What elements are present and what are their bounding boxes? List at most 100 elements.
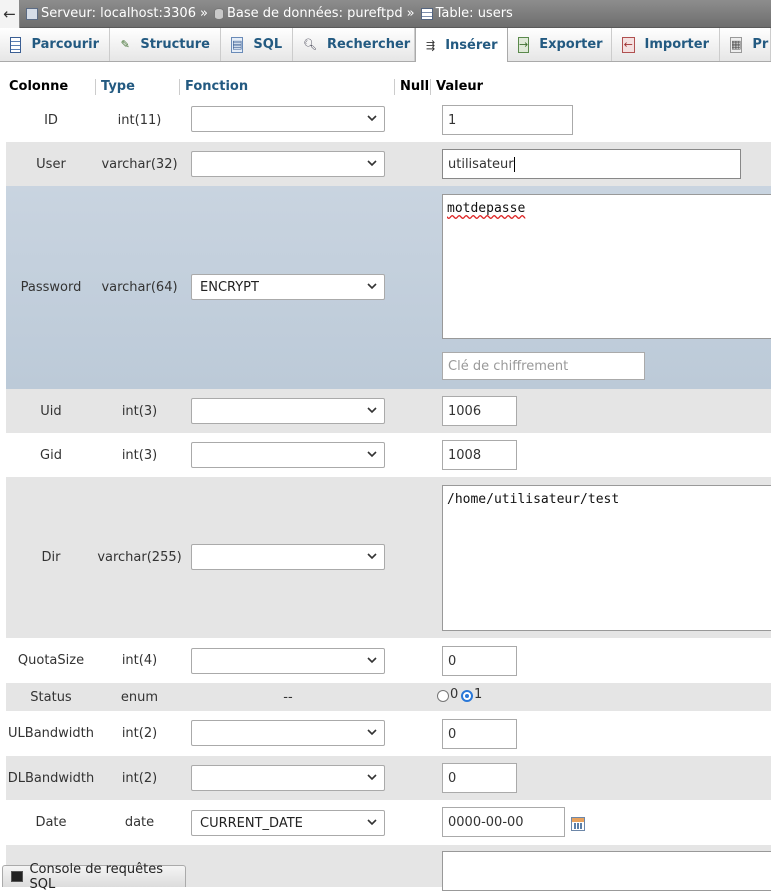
breadcrumb-database-label[interactable]: Base de données: pureftpd	[227, 6, 403, 21]
input-value: 0	[448, 653, 457, 669]
input-value: utilisateur	[448, 156, 514, 172]
tab-rechercher[interactable]: 🔍︎ Rechercher	[293, 28, 415, 61]
function-select[interactable]: ENCRYPT	[191, 274, 385, 300]
back-arrow-icon[interactable]: ←	[0, 0, 20, 28]
function-select[interactable]	[191, 720, 385, 746]
function-select[interactable]: CURRENT_DATE	[191, 810, 385, 836]
function-select[interactable]	[191, 648, 385, 674]
calendar-icon[interactable]	[571, 817, 585, 831]
insert-icon: ⇶	[426, 38, 436, 52]
server-icon	[26, 7, 38, 20]
status-radio-1[interactable]	[461, 690, 473, 702]
tab-label: SQL	[253, 37, 283, 52]
function-select[interactable]	[191, 398, 385, 424]
column-type: varchar(255)	[97, 550, 182, 565]
function-select[interactable]	[191, 106, 385, 132]
tab-inserer[interactable]: ⇶ Insérer	[415, 28, 508, 62]
status-radio-label: 0	[450, 687, 459, 702]
tab-privileges[interactable]: ▦ Pr	[720, 28, 771, 61]
column-type: varchar(32)	[101, 156, 178, 172]
input-value: 1006	[448, 403, 482, 419]
tab-sql[interactable]: ▤ SQL	[221, 28, 293, 61]
column-type: int(3)	[121, 403, 158, 419]
value-input[interactable]: utilisateur	[442, 149, 741, 179]
encryption-key-input[interactable]: Clé de chiffrement	[442, 352, 645, 380]
breadcrumb-database[interactable]: Base de données: pureftpd »	[213, 6, 415, 21]
tab-importer[interactable]: ← Importer	[612, 28, 720, 61]
column-type: int(2)	[121, 770, 158, 786]
chevron-down-icon	[366, 447, 378, 461]
breadcrumb-table-label[interactable]: Table: users	[436, 6, 513, 21]
header-valeur: Valeur	[436, 79, 484, 94]
column-type: date	[124, 815, 155, 830]
tab-label: Pr	[752, 37, 769, 52]
value-textarea[interactable]: motdepasse	[442, 194, 771, 339]
input-value: 0	[448, 770, 457, 786]
function-select[interactable]	[191, 151, 385, 177]
chevron-down-icon	[366, 403, 378, 417]
export-icon: →	[518, 36, 530, 53]
function-placeholder: --	[283, 689, 293, 705]
tab-label: Rechercher	[326, 37, 411, 52]
tab-label: Insérer	[445, 37, 498, 53]
value-input[interactable]: 0	[442, 763, 517, 793]
value-input[interactable]: 0	[442, 719, 517, 749]
column-name: Dir	[41, 550, 61, 565]
function-select[interactable]	[191, 765, 385, 791]
header-divider	[430, 79, 431, 95]
column-name: Gid	[40, 447, 62, 463]
breadcrumb-server[interactable]: Serveur: localhost:3306 »	[26, 6, 208, 21]
column-name: ID	[44, 112, 58, 128]
status-radio-0[interactable]	[437, 690, 449, 702]
chevron-down-icon	[366, 653, 378, 667]
value-textarea[interactable]	[442, 851, 771, 891]
table-row: ULBandwidth int(2) 0	[6, 711, 771, 756]
function-select[interactable]	[191, 544, 385, 570]
input-value: 1	[448, 112, 457, 128]
input-value: 0	[448, 726, 457, 742]
chevron-down-icon	[366, 549, 378, 563]
value-input[interactable]: 0	[442, 646, 517, 676]
input-value: 0000-00-00	[448, 814, 524, 830]
column-type: enum	[120, 689, 159, 705]
column-name: Status	[30, 689, 72, 705]
column-type: int(11)	[117, 112, 162, 128]
column-name: DLBandwidth	[7, 770, 95, 786]
column-type: varchar(64)	[101, 280, 178, 295]
column-name: Password	[20, 280, 82, 295]
breadcrumb-server-label[interactable]: Serveur: localhost:3306	[41, 6, 196, 21]
tab-label: Structure	[140, 37, 210, 52]
tab-exporter[interactable]: → Exporter	[508, 28, 612, 61]
tab-parcourir[interactable]: Parcourir	[0, 28, 110, 61]
header-divider	[179, 79, 180, 95]
sql-console-toggle[interactable]: Console de requêtes SQL	[2, 862, 186, 892]
table-row: Dir varchar(255) /home/utilisateur/test	[6, 477, 771, 638]
table-row: Status enum -- 0 1	[6, 683, 771, 711]
header-fonction[interactable]: Fonction	[185, 79, 248, 94]
sql-icon: ▤	[231, 36, 244, 53]
chevron-down-icon	[366, 770, 378, 784]
browse-icon	[10, 36, 22, 53]
value-input[interactable]: 1006	[442, 396, 517, 426]
tab-label: Parcourir	[31, 37, 99, 52]
value-input[interactable]: 1	[442, 105, 573, 135]
tab-bar: Parcourir ✎ Structure ▤ SQL 🔍︎ Recherche…	[0, 28, 771, 62]
tab-structure[interactable]: ✎ Structure	[110, 28, 221, 61]
header-type[interactable]: Type	[101, 79, 135, 94]
breadcrumb-table[interactable]: Table: users	[420, 6, 513, 21]
date-input[interactable]: 0000-00-00	[442, 807, 565, 837]
breadcrumb-separator: »	[199, 6, 208, 21]
header-null: Null	[400, 79, 430, 94]
privileges-icon: ▦	[730, 36, 743, 53]
table-row: QuotaSize int(4) 0	[6, 638, 771, 683]
table-row: Date date CURRENT_DATE 0000-00-00	[6, 800, 771, 845]
chevron-down-icon	[366, 815, 378, 829]
column-name: Date	[35, 815, 67, 830]
value-textarea[interactable]: /home/utilisateur/test	[442, 485, 771, 631]
breadcrumb-separator: »	[406, 6, 415, 21]
value-input[interactable]: 1008	[442, 440, 517, 470]
function-select[interactable]	[191, 442, 385, 468]
chevron-down-icon	[366, 725, 378, 739]
chevron-down-icon	[366, 111, 378, 125]
text-caret	[513, 156, 515, 172]
